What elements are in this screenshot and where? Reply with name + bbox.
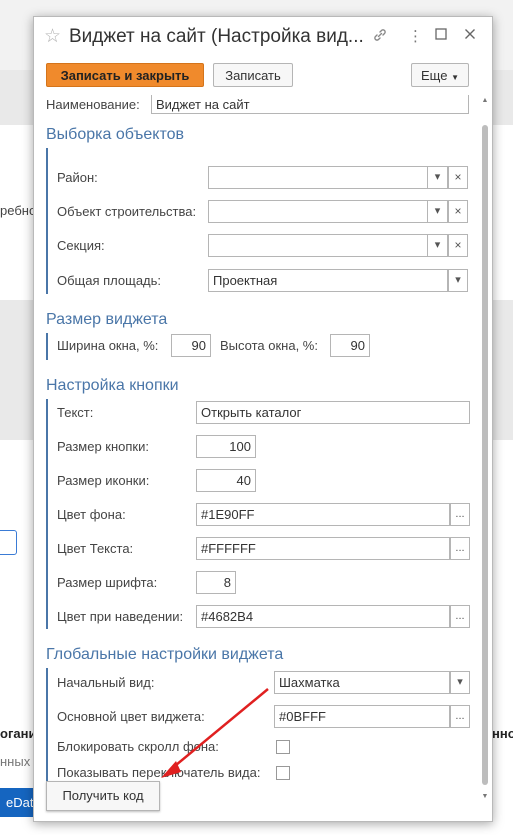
- background-text: ребно: [0, 203, 37, 218]
- button-size-field[interactable]: 100: [196, 435, 256, 458]
- section-dropdown-button[interactable]: ▾: [428, 234, 448, 257]
- view-dropdown-button[interactable]: ▾: [450, 671, 470, 694]
- widget-settings-window: ☆ Виджет на сайт (Настройка вид... ⋮ Зап…: [33, 16, 493, 822]
- window-toolbar: Записать и закрыть Записать Еще ▼: [34, 61, 492, 93]
- background-heading: огани: [0, 726, 37, 741]
- save-and-close-button[interactable]: Записать и закрыть: [46, 63, 204, 87]
- block-scroll-label: Блокировать скролл фона:: [57, 739, 219, 754]
- text-label: Текст:: [57, 405, 94, 420]
- form-scrollbar[interactable]: ▲ ▼: [480, 95, 490, 805]
- hover-color-picker-button[interactable]: ...: [450, 605, 470, 628]
- height-label: Высота окна, %:: [220, 338, 318, 353]
- section-label: Секция:: [57, 238, 105, 253]
- main-color-field[interactable]: #0BFFF: [274, 705, 450, 728]
- more-vertical-icon[interactable]: ⋮: [408, 27, 423, 45]
- object-field[interactable]: [208, 200, 428, 223]
- hover-color-field[interactable]: #4682B4: [196, 605, 450, 628]
- link-icon[interactable]: [372, 27, 388, 48]
- button-size-label: Размер кнопки:: [57, 439, 149, 454]
- view-label: Начальный вид:: [57, 675, 155, 690]
- get-code-button[interactable]: Получить код: [46, 781, 160, 811]
- district-dropdown-button[interactable]: ▾: [428, 166, 448, 189]
- district-clear-icon[interactable]: ×: [448, 166, 468, 189]
- group-bar: [46, 399, 48, 629]
- chevron-down-icon: ▼: [451, 73, 459, 82]
- area-field[interactable]: Проектная: [208, 269, 448, 292]
- width-field[interactable]: 90: [171, 334, 211, 357]
- main-color-label: Основной цвет виджета:: [57, 709, 205, 724]
- scroll-down-icon[interactable]: ▼: [480, 793, 490, 800]
- object-clear-icon[interactable]: ×: [448, 200, 468, 223]
- more-button-label: Еще: [421, 68, 448, 83]
- group-title-button: Настройка кнопки: [46, 377, 179, 394]
- main-color-picker-button[interactable]: ...: [450, 705, 470, 728]
- group-bar: [46, 333, 48, 360]
- window-titlebar: ☆ Виджет на сайт (Настройка вид... ⋮: [34, 17, 492, 57]
- background-button: [0, 530, 17, 555]
- scroll-up-icon[interactable]: ▲: [480, 97, 490, 104]
- text-color-field[interactable]: #FFFFFF: [196, 537, 450, 560]
- font-size-label: Размер шрифта:: [57, 575, 158, 590]
- more-button[interactable]: Еще ▼: [411, 63, 469, 87]
- star-icon[interactable]: ☆: [44, 25, 61, 48]
- icon-size-field[interactable]: 40: [196, 469, 256, 492]
- text-color-label: Цвет Текста:: [57, 541, 134, 556]
- maximize-icon[interactable]: [435, 27, 447, 45]
- hover-color-label: Цвет при наведении:: [57, 609, 184, 624]
- save-button-label: Записать: [225, 68, 281, 83]
- section-field[interactable]: [208, 234, 428, 257]
- group-title-size: Размер виджета: [46, 311, 168, 328]
- district-label: Район:: [57, 170, 98, 185]
- show-switch-label: Показывать переключатель вида:: [57, 765, 261, 780]
- group-bar: [46, 668, 48, 784]
- background-text: нных: [0, 754, 31, 769]
- bg-color-picker-button[interactable]: ...: [450, 503, 470, 526]
- scrollbar-thumb[interactable]: [482, 125, 488, 785]
- group-title-selection: Выборка объектов: [46, 126, 184, 143]
- area-label: Общая площадь:: [57, 273, 162, 288]
- font-size-field[interactable]: 8: [196, 571, 236, 594]
- object-dropdown-button[interactable]: ▾: [428, 200, 448, 223]
- text-field[interactable]: Открыть каталог: [196, 401, 470, 424]
- height-field[interactable]: 90: [330, 334, 370, 357]
- view-field[interactable]: Шахматка: [274, 671, 450, 694]
- object-label: Объект строительства:: [57, 204, 197, 219]
- window-title: Виджет на сайт (Настройка вид...: [69, 26, 364, 47]
- district-field[interactable]: [208, 166, 428, 189]
- background-heading: нно: [492, 726, 513, 741]
- form-content: Наименование: Виджет на сайт Выборка объ…: [34, 95, 480, 795]
- save-button[interactable]: Записать: [213, 63, 293, 87]
- icon-size-label: Размер иконки:: [57, 473, 150, 488]
- bg-color-field[interactable]: #1E90FF: [196, 503, 450, 526]
- group-title-global: Глобальные настройки виджета: [46, 646, 284, 663]
- width-label: Ширина окна, %:: [57, 338, 159, 353]
- name-label: Наименование:: [46, 97, 140, 112]
- section-clear-icon[interactable]: ×: [448, 234, 468, 257]
- area-dropdown-button[interactable]: ▾: [448, 269, 468, 292]
- block-scroll-checkbox[interactable]: [276, 740, 290, 754]
- close-icon[interactable]: [464, 27, 476, 45]
- text-color-picker-button[interactable]: ...: [450, 537, 470, 560]
- group-bar: [46, 148, 48, 294]
- bg-color-label: Цвет фона:: [57, 507, 126, 522]
- name-field[interactable]: Виджет на сайт: [151, 95, 469, 114]
- show-switch-checkbox[interactable]: [276, 766, 290, 780]
